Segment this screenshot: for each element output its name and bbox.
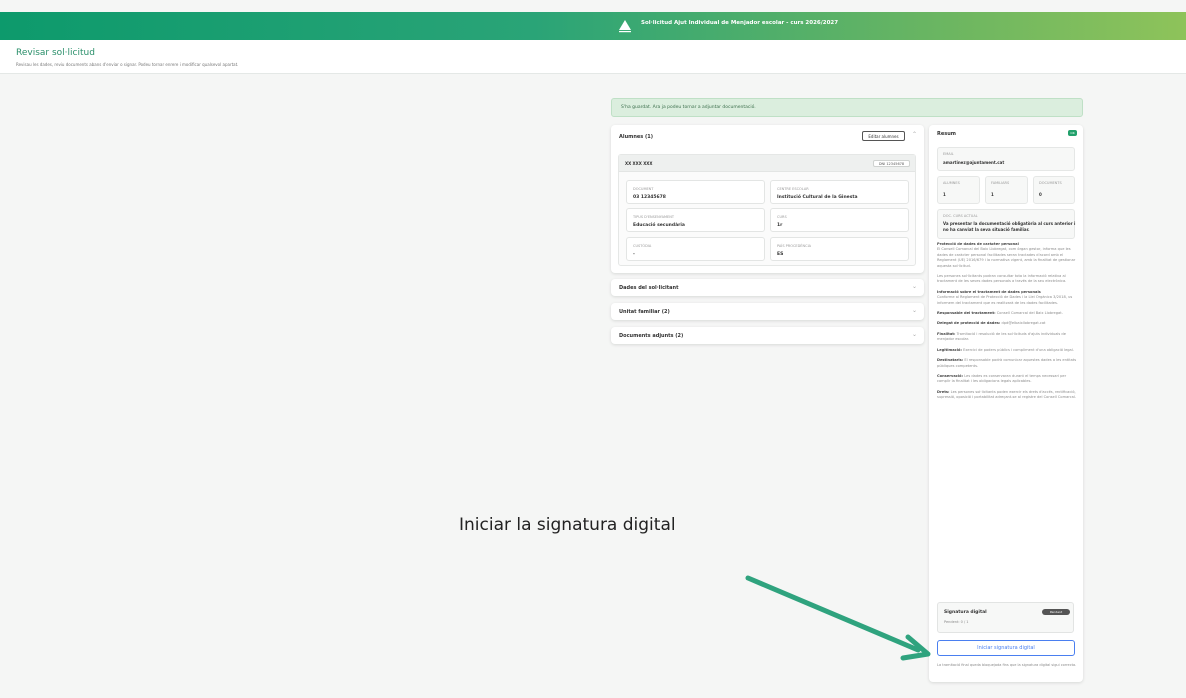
annotation-arrow-icon [745,575,931,661]
